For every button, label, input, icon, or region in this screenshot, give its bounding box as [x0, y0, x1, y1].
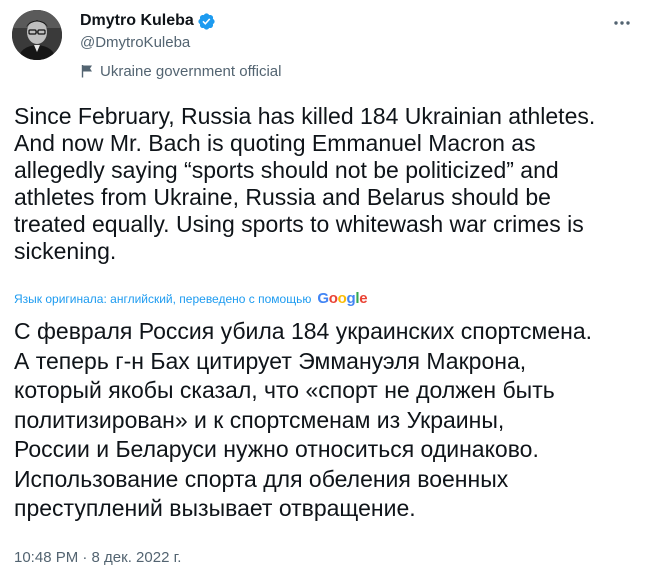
government-label[interactable]: Ukraine government official: [80, 61, 281, 81]
more-button[interactable]: [611, 12, 633, 34]
author-header: Dmytro Kuleba @DmytroKuleba Ukraine gove…: [80, 10, 281, 81]
author-handle[interactable]: @DmytroKuleba: [80, 34, 281, 54]
google-logo: Google: [317, 290, 368, 307]
tweet-text: Since February, Russia has killed 184 Uk…: [14, 103, 596, 264]
verified-badge-icon: [197, 12, 216, 31]
author-name[interactable]: Dmytro Kuleba: [80, 12, 194, 30]
government-flag-icon: [80, 64, 94, 78]
translated-tweet-text: С февраля Россия убила 184 украинских сп…: [14, 318, 593, 521]
avatar[interactable]: [12, 10, 62, 60]
translation-attribution: Язык оригинала: английский, переведено с…: [14, 290, 368, 307]
name-row: Dmytro Kuleba: [80, 10, 281, 32]
tweet-timestamp[interactable]: 10:48 PM · 8 дек. 2022 г.: [14, 549, 181, 566]
tweet-card: Dmytro Kuleba @DmytroKuleba Ukraine gove…: [0, 0, 651, 577]
more-icon: [614, 21, 630, 25]
government-label-text: Ukraine government official: [100, 62, 282, 80]
translation-note[interactable]: Язык оригинала: английский, переведено с…: [14, 292, 311, 306]
avatar-photo-icon: [12, 10, 62, 60]
